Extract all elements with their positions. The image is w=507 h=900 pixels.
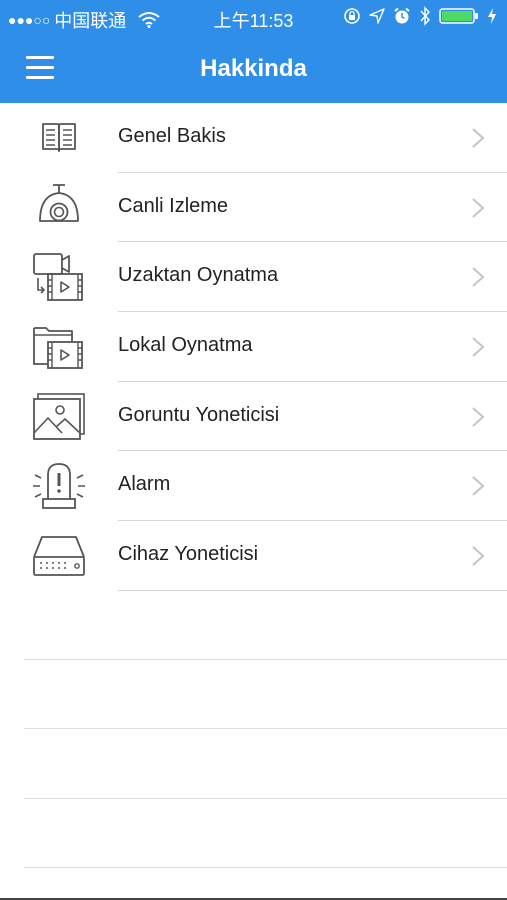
- empty-row-divider: [24, 867, 507, 868]
- menu-item-label: Alarm: [118, 473, 171, 496]
- battery-icon: [439, 8, 478, 24]
- chevron-right-icon: [472, 476, 485, 497]
- device-manager-icon: [33, 536, 85, 577]
- menu-item-label: Goruntu Yoneticisi: [118, 403, 280, 426]
- image-manager-icon: [33, 392, 85, 440]
- empty-row-divider: [24, 659, 507, 660]
- chevron-right-icon: [472, 407, 485, 427]
- local-playback-icon: [33, 327, 83, 369]
- empty-row-divider: [24, 798, 507, 799]
- menu-item-label: Canli Izleme: [118, 194, 229, 217]
- book-icon: [42, 123, 76, 152]
- row-divider: [118, 589, 507, 591]
- status-bar: ●●●○○ 中国联通 上午11:53: [0, 0, 507, 36]
- status-icons: [343, 6, 497, 26]
- menu-item-alarm[interactable]: Alarm: [0, 451, 507, 522]
- navigation-bar: Hakkinda: [0, 36, 507, 103]
- menu-item-label: Lokal Oynatma: [118, 334, 253, 357]
- menu-item-label: Uzaktan Oynatma: [118, 264, 279, 287]
- menu-item-label: Genel Bakis: [118, 125, 226, 147]
- camera-icon: [39, 183, 79, 222]
- menu-item-goruntu-yoneticisi[interactable]: Goruntu Yoneticisi: [0, 382, 507, 452]
- chevron-right-icon: [472, 337, 485, 357]
- menu-item-lokal-oynatma[interactable]: Lokal Oynatma: [0, 312, 507, 382]
- alarm-siren-icon: [33, 463, 85, 510]
- alarm-icon: [394, 7, 410, 24]
- menu-item-cihaz-yoneticisi[interactable]: Cihaz Yoneticisi: [0, 521, 507, 591]
- location-icon: [369, 8, 385, 24]
- menu-item-uzaktan-oynatma[interactable]: Uzaktan Oynatma: [0, 242, 507, 313]
- chevron-right-icon: [472, 197, 485, 218]
- charging-icon: [488, 8, 496, 24]
- menu-list: Genel Bakis Canli Izleme Uzaktan Oynatma: [0, 103, 507, 591]
- menu-item-canli-izleme[interactable]: Canli Izleme: [0, 173, 507, 243]
- remote-playback-icon: [33, 253, 83, 302]
- empty-row-divider: [24, 728, 507, 729]
- bluetooth-icon: [420, 6, 430, 26]
- menu-item-genel-bakis[interactable]: Genel Bakis: [0, 103, 507, 173]
- menu-item-label: Cihaz Yoneticisi: [118, 543, 259, 566]
- chevron-right-icon: [472, 546, 485, 566]
- orientation-lock-icon: [344, 8, 360, 24]
- chevron-right-icon: [472, 267, 485, 288]
- page-title: Hakkinda: [200, 55, 307, 82]
- chevron-right-icon: [472, 128, 485, 148]
